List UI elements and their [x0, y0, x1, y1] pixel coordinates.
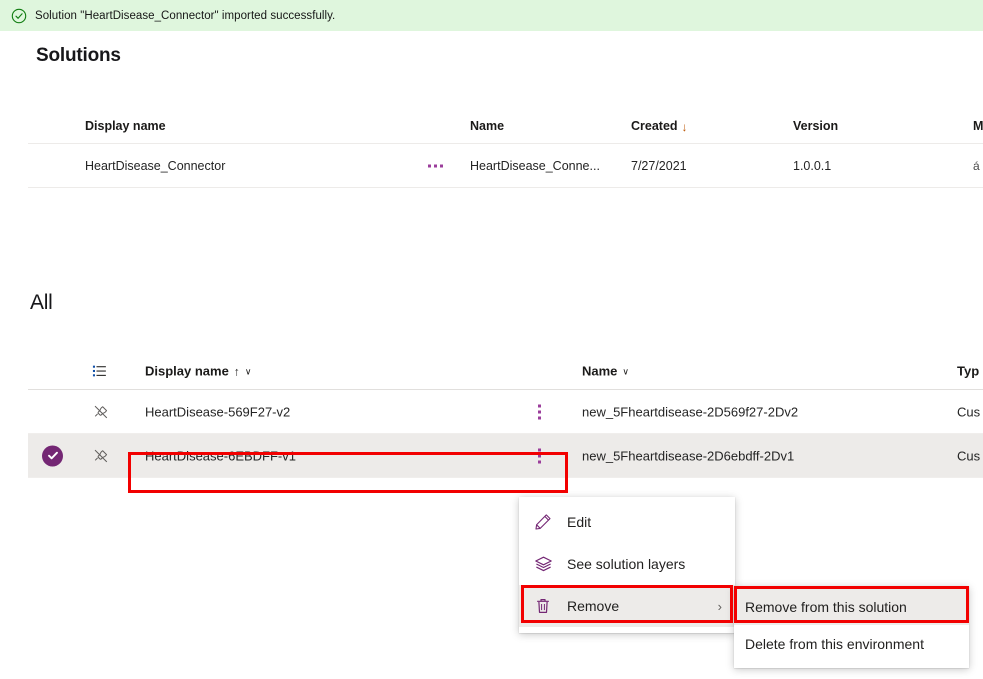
cell-type: Cus — [957, 404, 981, 419]
sort-ascending-icon: ↑ — [233, 364, 240, 378]
list-view-icon[interactable] — [92, 364, 107, 379]
more-vertical-icon[interactable] — [538, 448, 541, 463]
cell-display-name[interactable]: HeartDisease-6EBDFF-v1 — [145, 448, 296, 463]
sort-descending-icon: ↓ — [681, 119, 688, 134]
trash-icon — [533, 596, 553, 616]
column-header-name[interactable]: Name — [470, 119, 504, 133]
check-circle-icon — [11, 8, 27, 24]
chevron-right-icon: › — [717, 598, 722, 614]
table-row[interactable]: HeartDisease-569F27-v2 new_5Fheartdiseas… — [28, 390, 983, 434]
cell-name: HeartDisease_Conne... — [470, 158, 600, 173]
menu-item-edit[interactable]: Edit — [519, 501, 735, 543]
remove-submenu: Remove from this solution Delete from th… — [734, 586, 969, 668]
chevron-down-icon[interactable]: ∨ — [245, 367, 252, 378]
page-title: Solutions — [36, 45, 121, 66]
all-components-table: Display name ↑ ∨ Name ∨ Typ HeartDisease… — [28, 353, 983, 478]
success-banner: Solution "HeartDisease_Connector" import… — [0, 0, 983, 31]
menu-item-see-solution-layers-label: See solution layers — [567, 556, 686, 572]
submenu-item-remove-from-this-solution[interactable]: Remove from this solution — [734, 588, 969, 625]
more-vertical-icon[interactable] — [538, 404, 541, 419]
menu-item-remove-label: Remove — [567, 598, 620, 614]
column-header-display-name-label: Display name — [145, 363, 229, 379]
column-header-created[interactable]: Created ↓ — [631, 118, 688, 134]
cell-name: new_5Fheartdisease-2D6ebdff-2Dv1 — [582, 448, 795, 463]
column-header-type[interactable]: Typ — [957, 364, 979, 379]
column-header-managed[interactable]: M — [973, 119, 983, 133]
unpin-icon[interactable] — [92, 447, 109, 464]
layers-icon — [533, 554, 553, 574]
cell-display-name[interactable]: HeartDisease_Connector — [85, 159, 225, 173]
all-table-header: Display name ↑ ∨ Name ∨ Typ — [28, 353, 983, 390]
column-header-created-label: Created — [631, 118, 678, 133]
cell-version: 1.0.0.1 — [793, 158, 832, 173]
column-header-display-name[interactable]: Display name ↑ ∨ — [145, 364, 251, 379]
chevron-down-icon[interactable]: ∨ — [622, 367, 629, 378]
column-header-display-name[interactable]: Display name — [85, 119, 166, 133]
cell-created: 7/27/2021 — [631, 158, 687, 173]
column-header-version[interactable]: Version — [793, 119, 838, 133]
cell-managed: á — [973, 158, 980, 173]
cell-type: Cus — [957, 448, 981, 463]
banner-message: Solution "HeartDisease_Connector" import… — [35, 9, 336, 22]
submenu-item-delete-from-this-environment[interactable]: Delete from this environment — [734, 625, 969, 662]
context-menu: Edit See solution layers Remove › — [519, 497, 735, 633]
solutions-table-header: Display name Name Created ↓ Version M — [28, 108, 983, 144]
menu-item-remove[interactable]: Remove › — [519, 585, 735, 627]
check-circle-filled-icon[interactable] — [42, 445, 63, 466]
pencil-icon — [533, 512, 553, 532]
solutions-table: Display name Name Created ↓ Version M Hea… — [28, 108, 983, 188]
menu-item-see-solution-layers[interactable]: See solution layers — [519, 543, 735, 585]
table-row[interactable]: HeartDisease-6EBDFF-v1 new_5Fheartdiseas… — [28, 434, 983, 478]
column-header-name[interactable]: Name ∨ — [582, 364, 629, 379]
cell-name: new_5Fheartdisease-2D569f27-2Dv2 — [582, 404, 799, 419]
menu-item-edit-label: Edit — [567, 514, 592, 530]
more-horizontal-icon[interactable] — [428, 164, 443, 167]
table-row[interactable]: HeartDisease_Connector HeartDisease_Conn… — [28, 144, 983, 188]
cell-display-name[interactable]: HeartDisease-569F27-v2 — [145, 404, 290, 419]
all-section-title: All — [30, 291, 53, 314]
column-header-name-label: Name — [582, 363, 618, 379]
unpin-icon[interactable] — [92, 403, 109, 420]
